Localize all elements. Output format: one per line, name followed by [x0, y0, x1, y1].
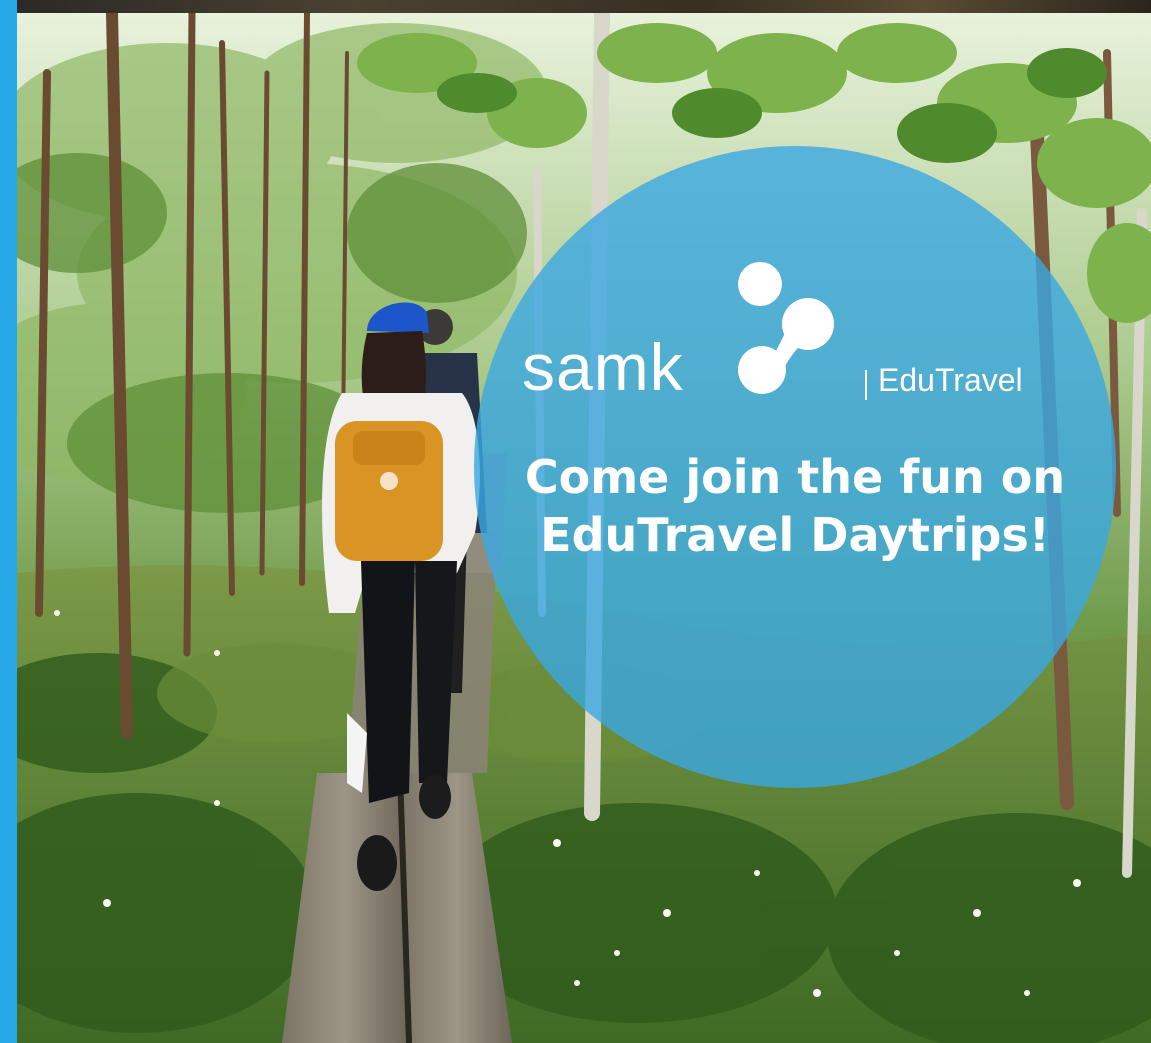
headline: Come join the fun on EduTravel Daytrips! — [474, 448, 1116, 564]
headline-line-1: Come join the fun on — [524, 450, 1066, 504]
samk-logo-icon — [738, 262, 834, 394]
headline-line-2: EduTravel Daytrips! — [540, 508, 1050, 562]
edutravel-logo-text: EduTravel — [878, 362, 1023, 398]
top-edge-strip — [17, 0, 1151, 13]
samk-logo-text: samk — [522, 330, 684, 404]
accent-bar — [0, 0, 17, 1043]
promo-circle-badge: samk EduTravel Come join the fun on EduT… — [474, 146, 1116, 788]
logo-divider — [865, 370, 867, 400]
promo-banner: samk EduTravel Come join the fun on EduT… — [0, 0, 1151, 1043]
